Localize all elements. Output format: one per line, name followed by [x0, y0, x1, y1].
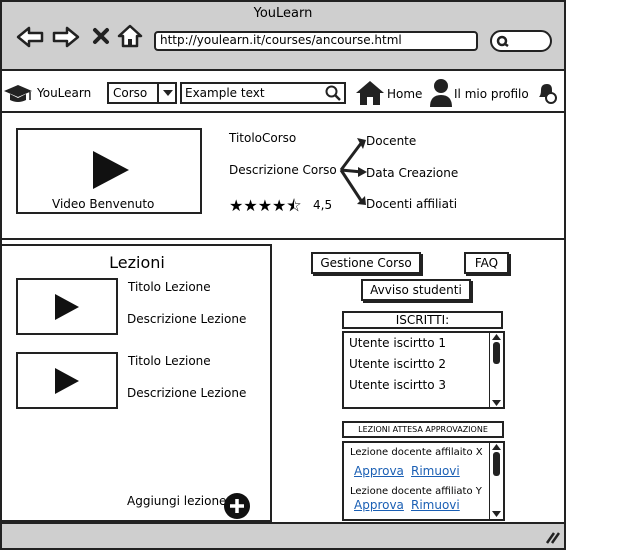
scroll-thumb[interactable] [493, 452, 500, 476]
scroll-thumb[interactable] [493, 342, 500, 364]
home-icon[interactable] [355, 80, 385, 106]
stop-icon[interactable] [92, 27, 110, 45]
course-title: TitoloCorso [229, 131, 297, 145]
star-icon: ★ [272, 196, 287, 215]
scroll-up-icon[interactable] [492, 334, 501, 340]
list-item[interactable]: Utente iscirtto 1 [349, 336, 446, 350]
graduation-cap-icon [4, 85, 32, 102]
star-icon: ★ [229, 196, 244, 215]
user-icon[interactable] [429, 78, 453, 108]
rating-value: 4,5 [313, 198, 333, 212]
star-half-icon: ⯪ [286, 196, 302, 215]
search-input-value: Example text [185, 86, 265, 100]
welcome-video-label: Video Benvenuto [52, 197, 155, 211]
connector-arrows-icon [339, 138, 367, 205]
approve-link[interactable]: Approva [354, 498, 404, 512]
bell-icon[interactable] [535, 81, 559, 105]
notify-students-button[interactable]: Avviso studenti [361, 279, 471, 301]
star-icon: ★ [257, 196, 273, 215]
status-bar [2, 522, 564, 548]
home-browser-icon[interactable] [117, 24, 143, 48]
remove-link[interactable]: Rimuovi [411, 464, 460, 478]
faq-button[interactable]: FAQ [464, 252, 509, 274]
lesson-title[interactable]: Titolo Lezione [128, 280, 211, 294]
scroll-up-icon[interactable] [492, 444, 501, 450]
manage-course-button[interactable]: Gestione Corso [311, 252, 421, 274]
scroll-down-icon[interactable] [492, 511, 501, 517]
rating-stars: ★★★★⯪ [229, 195, 311, 215]
resize-grip-icon[interactable] [544, 530, 560, 544]
enrolled-heading: ISCRITTI: [342, 311, 503, 329]
creation-date-link[interactable]: Data Creazione [366, 166, 458, 180]
lesson-title[interactable]: Titolo Lezione [128, 354, 211, 368]
star-icon: ★ [243, 196, 258, 215]
lessons-heading: Lezioni [109, 253, 165, 272]
category-select-value: Corso [113, 86, 148, 100]
url-text: http://youlearn.it/courses/ancourse.html [160, 33, 402, 47]
search-icon [496, 35, 509, 47]
approve-link[interactable]: Approva [354, 464, 404, 478]
scroll-down-icon[interactable] [492, 400, 501, 406]
list-item[interactable]: Utente iscirtto 3 [349, 378, 446, 392]
affiliated-teachers-link[interactable]: Docenti affiliati [366, 197, 457, 211]
home-link[interactable]: Home [387, 87, 422, 101]
add-lesson-label[interactable]: Aggiungi lezione [127, 494, 226, 508]
add-circle-icon[interactable] [223, 492, 251, 520]
chevron-down-icon[interactable] [162, 89, 174, 97]
list-item: Lezione docente affilaito X [350, 447, 483, 458]
brand-name[interactable]: YouLearn [37, 86, 91, 100]
lesson-description: Descrizione Lezione [127, 386, 247, 400]
pending-heading: LEZIONI ATTESA APPROVAZIONE [342, 421, 504, 438]
play-icon[interactable] [54, 293, 80, 321]
list-item: Lezione docente affiliato Y [350, 486, 482, 497]
play-icon[interactable] [92, 150, 130, 190]
lesson-description: Descrizione Lezione [127, 312, 247, 326]
forward-icon[interactable] [52, 25, 80, 49]
select-divider [157, 82, 159, 104]
remove-link[interactable]: Rimuovi [411, 498, 460, 512]
window-title: YouLearn [253, 6, 313, 21]
play-icon[interactable] [54, 367, 80, 395]
profile-link[interactable]: Il mio profilo [454, 87, 529, 101]
back-icon[interactable] [16, 25, 44, 49]
course-description: Descrizione Corso [229, 163, 337, 177]
list-item[interactable]: Utente iscirtto 2 [349, 357, 446, 371]
search-icon[interactable] [325, 85, 341, 101]
teacher-link[interactable]: Docente [366, 134, 416, 148]
